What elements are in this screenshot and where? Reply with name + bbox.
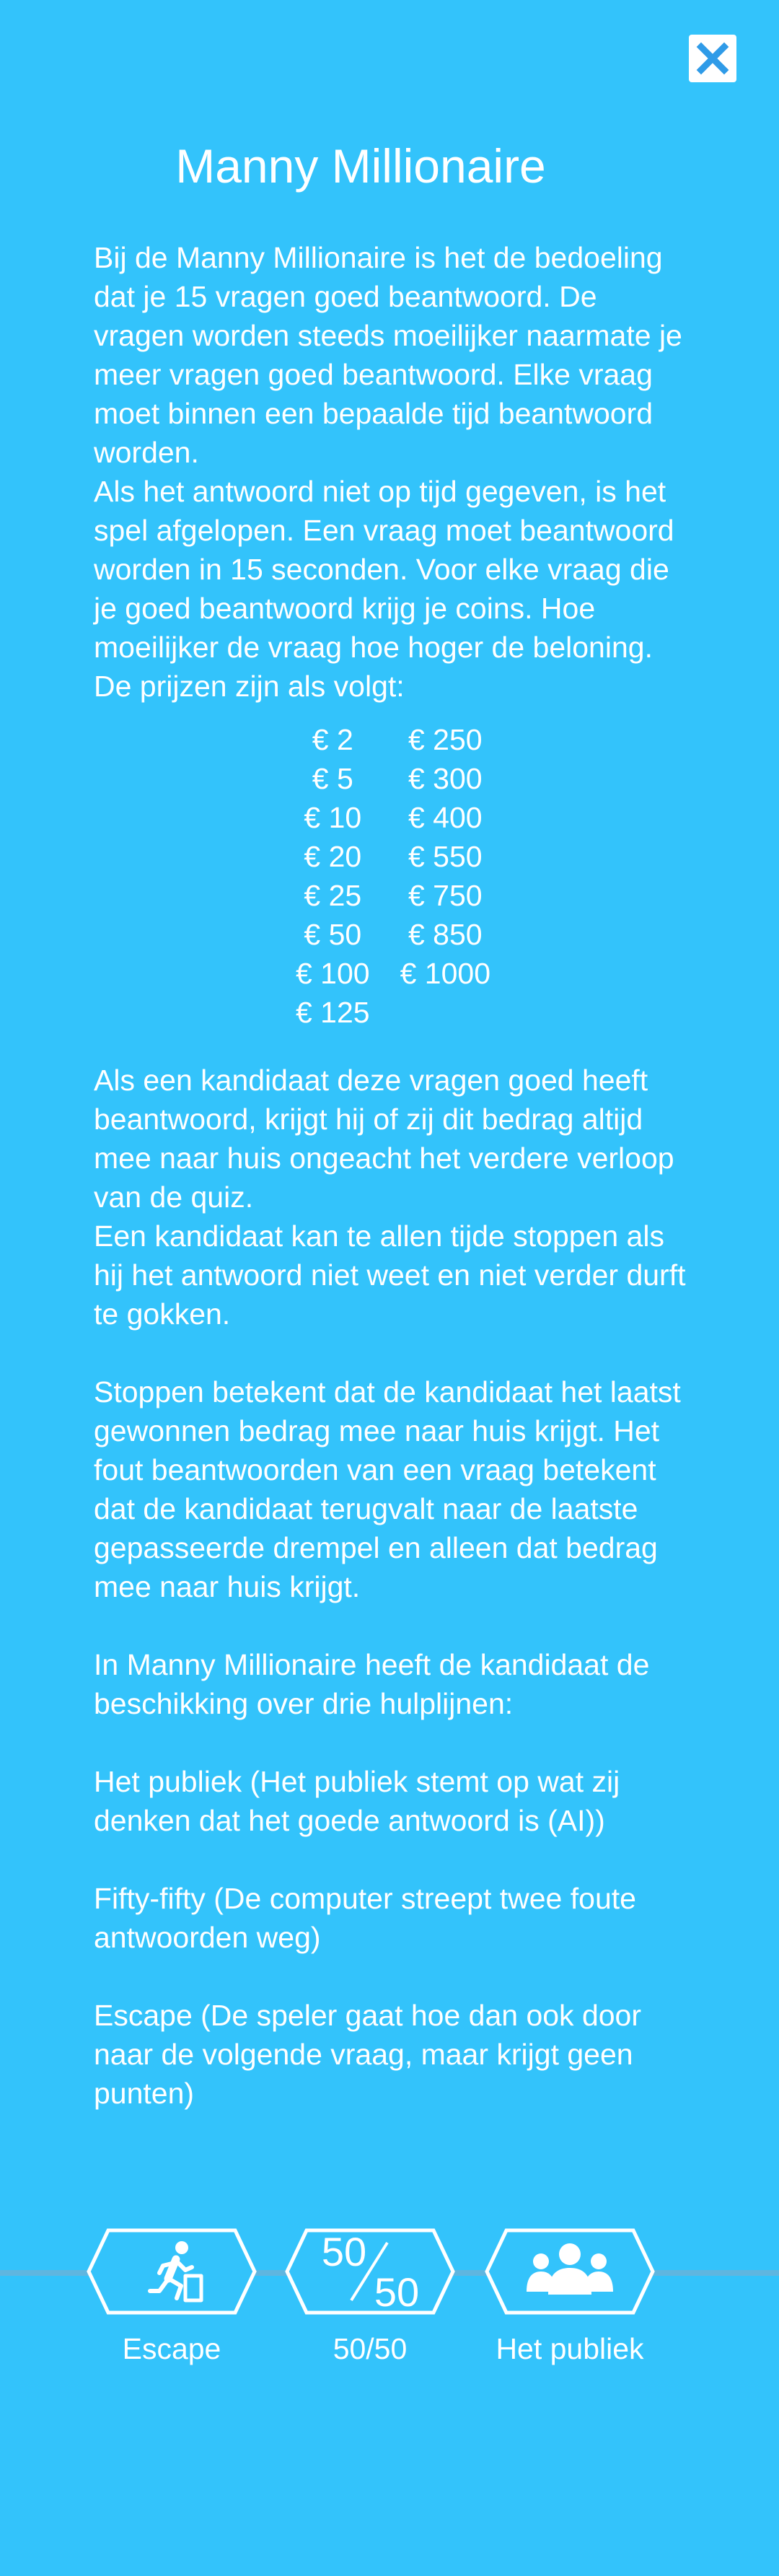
escape-lifeline-frame — [87, 2228, 257, 2315]
prize-column-right: € 250 € 300 € 400 € 550 € 750 € 850 € 10… — [400, 720, 490, 1032]
prize-value: € 25 — [304, 879, 362, 912]
prize-column-left: € 2 € 5 € 10 € 20 € 25 € 50 € 100 € 125 — [296, 720, 370, 1032]
prize-value: € 10 — [304, 801, 362, 834]
prize-value: € 850 — [408, 918, 483, 951]
fifty-fifty-lifeline-frame: 50 50 — [285, 2228, 455, 2315]
prize-value: € 300 — [408, 762, 483, 795]
fifty-bottom-number: 50 — [374, 2269, 419, 2315]
lifeline-description-audience: Het publiek (Het publiek stemt op wat zi… — [94, 1765, 620, 1837]
audience-label: Het publiek — [496, 2332, 644, 2365]
escape-label: Escape — [122, 2332, 221, 2365]
audience-lifeline-button[interactable]: Het publiek — [485, 2228, 655, 2368]
prize-value: € 250 — [408, 723, 483, 756]
escape-lifeline-button[interactable]: Escape — [87, 2228, 257, 2368]
prizes-heading: De prijzen zijn als volgt: — [94, 670, 405, 703]
audience-lifeline-frame — [485, 2228, 655, 2315]
lifeline-description-fifty-fifty: Fifty-fifty (De computer streept twee fo… — [94, 1882, 636, 1954]
prize-value: € 2 — [312, 723, 353, 756]
close-button[interactable] — [689, 35, 736, 82]
close-icon — [696, 42, 729, 75]
prize-value: € 100 — [295, 957, 370, 990]
prize-value: € 125 — [295, 996, 370, 1029]
lifeline-description-escape: Escape (De speler gaat hoe dan ook door … — [94, 1999, 642, 2110]
stop-paragraph: Stoppen betekent dat de kandidaat het la… — [94, 1375, 681, 1603]
prize-value: € 750 — [408, 879, 483, 912]
intro-paragraph: Als het antwoord niet op tijd gegeven, i… — [94, 475, 674, 664]
prize-value: € 20 — [304, 840, 362, 873]
prize-value: € 400 — [408, 801, 483, 834]
intro-paragraph: Bij de Manny Millionaire is het de bedoe… — [94, 241, 682, 469]
lifelines-intro: In Manny Millionaire heeft de kandidaat … — [94, 1648, 650, 1720]
prize-table: € 2 € 5 € 10 € 20 € 25 € 50 € 100 € 125 … — [94, 720, 692, 1032]
prize-value: € 5 — [312, 762, 353, 795]
rules-content: Bij de Manny Millionaire is het de bedoe… — [94, 238, 692, 2113]
fifty-fifty-lifeline-button[interactable]: 50 50 50/50 — [285, 2228, 455, 2368]
prize-value: € 1000 — [400, 957, 490, 990]
prize-value: € 550 — [408, 840, 483, 873]
body-paragraph: Als een kandidaat deze vragen goed heeft… — [94, 1064, 674, 1214]
fifty-top-number: 50 — [322, 2229, 366, 2274]
body-paragraph: Een kandidaat kan te allen tijde stoppen… — [94, 1219, 686, 1331]
fifty-fifty-label: 50/50 — [333, 2332, 408, 2365]
prize-value: € 50 — [304, 918, 362, 951]
page-title: Manny Millionaire — [175, 139, 546, 193]
